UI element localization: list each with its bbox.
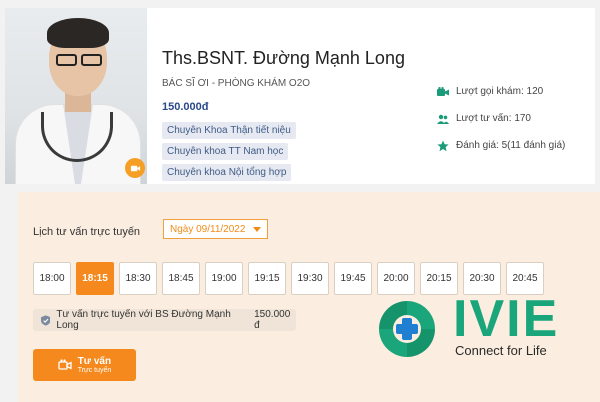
video-camera-icon[interactable]: [125, 158, 145, 178]
time-slot[interactable]: 18:00: [33, 262, 71, 295]
doctor-price: 150.000đ: [162, 101, 209, 113]
time-slot[interactable]: 18:45: [162, 262, 200, 295]
stat-rating: Đánh giá: 5(11 đánh giá): [437, 132, 565, 159]
date-select[interactable]: Ngày 09/11/2022: [163, 219, 268, 239]
video-camera-icon: [58, 359, 72, 370]
stat-label: Lượt tư vấn:: [456, 113, 512, 124]
consult-summary: Tư vấn trực tuyến với BS Đường Mạnh Long…: [33, 309, 296, 331]
time-slot[interactable]: 20:00: [377, 262, 415, 295]
time-slot[interactable]: 18:15: [76, 262, 114, 295]
time-slot[interactable]: 19:30: [291, 262, 329, 295]
stat-value: 5(11 đánh giá): [501, 140, 566, 151]
specialty-tags: Chuyên Khoa Thận tiết niệu Chuyên khoa T…: [162, 122, 412, 181]
booking-title: Lịch tư vấn trực tuyến: [33, 226, 141, 238]
date-select-value: Ngày 09/11/2022: [170, 223, 246, 235]
stat-consults: Lượt tư vấn: 170: [437, 105, 565, 132]
doctor-role: BÁC SĨ ƠI - PHÒNG KHÁM O2O: [162, 78, 311, 89]
specialty-tag[interactable]: Chuyên khoa Nội tổng hợp: [162, 164, 292, 181]
doctor-photo[interactable]: [5, 8, 147, 184]
logo-wordmark: IVIE: [453, 290, 560, 348]
photo-glasses: [53, 54, 105, 66]
stat-video-calls: Lượt gọi khám: 120: [437, 78, 565, 105]
consult-fee: 150.000 đ: [254, 309, 291, 331]
logo-tagline: Connect for Life: [455, 343, 547, 358]
online-consult-button[interactable]: Tư vấn Trực tuyến: [33, 349, 136, 381]
users-icon: [437, 113, 449, 125]
doctor-stats: Lượt gọi khám: 120 Lượt tư vấn: 170 Đánh…: [437, 78, 565, 159]
cta-label: Tư vấn: [77, 355, 112, 367]
stat-value: 120: [526, 86, 544, 97]
time-slot[interactable]: 19:45: [334, 262, 372, 295]
cta-sublabel: Trực tuyến: [77, 366, 112, 374]
consult-text: Tư vấn trực tuyến với BS Đường Mạnh Long: [56, 309, 231, 331]
time-slot[interactable]: 18:30: [119, 262, 157, 295]
shield-check-icon: [41, 314, 51, 326]
time-slot[interactable]: 19:00: [205, 262, 243, 295]
stat-value: 170: [514, 113, 531, 124]
chevron-down-icon: [253, 226, 261, 232]
ivie-logo-mark-icon: [379, 301, 435, 357]
doctor-name[interactable]: Ths.BSNT. Đường Mạnh Long: [162, 48, 405, 69]
specialty-tag[interactable]: Chuyên khoa TT Nam học: [162, 143, 289, 160]
photo-hair: [47, 18, 109, 48]
video-camera-icon: [437, 86, 449, 98]
star-icon: [437, 140, 449, 152]
time-slot[interactable]: 19:15: [248, 262, 286, 295]
stat-label: Đánh giá:: [456, 140, 499, 151]
stat-label: Lượt gọi khám:: [456, 86, 524, 97]
ivie-logo: IVIE Connect for Life: [375, 290, 600, 375]
doctor-card: Ths.BSNT. Đường Mạnh Long BÁC SĨ ƠI - PH…: [5, 8, 595, 184]
specialty-tag[interactable]: Chuyên Khoa Thận tiết niệu: [162, 122, 296, 139]
